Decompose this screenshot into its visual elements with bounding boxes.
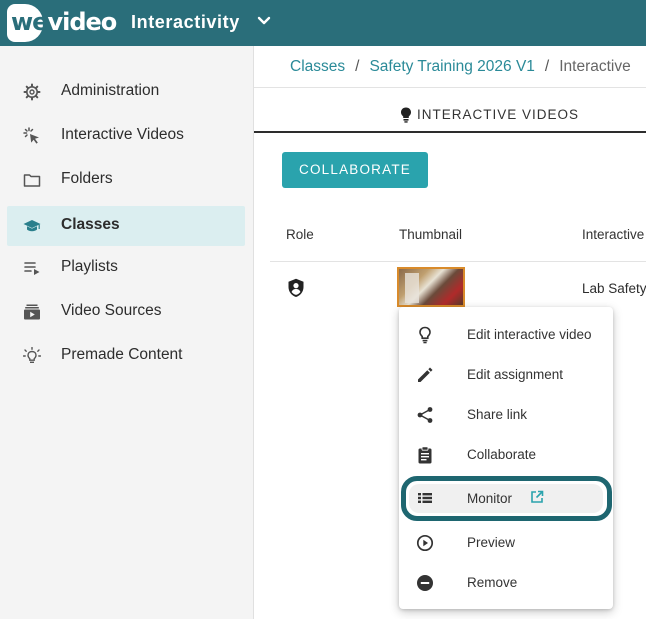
breadcrumb-separator: / [544,58,550,75]
menu-item-share-link[interactable]: Share link [399,395,613,435]
playlist-icon [24,262,40,275]
menu-item-label: Collaborate [467,447,537,462]
interactive-title-cell[interactable]: Lab Safety [582,281,646,296]
sidebar-item-label: Premade Content [61,346,183,363]
tab-interactive-videos[interactable]: INTERACTIVE VIDEOS [254,96,646,133]
tab-label: INTERACTIVE VIDEOS [417,107,580,122]
column-header-thumbnail[interactable]: Thumbnail [399,227,462,242]
lightbulb-icon [23,347,41,364]
sidebar-item-classes[interactable]: Classes [7,206,245,246]
sidebar-item-label: Folders [61,170,113,187]
gear-icon [23,83,41,101]
share-icon [417,407,433,423]
table-header-divider [270,261,646,262]
video-library-icon [24,304,40,320]
sidebar: Administration Interactive Videos Folder… [0,46,254,619]
top-bar: wevideo Interactivity [0,0,646,46]
logo-text-video: video [47,8,117,36]
menu-item-label: Edit interactive video [467,327,592,342]
breadcrumb-link-class[interactable]: Safety Training 2026 V1 [369,58,534,75]
sidebar-item-label: Classes [61,216,120,233]
lightbulb-icon [401,107,411,123]
thumbnail-image [405,273,419,303]
sidebar-item-folders[interactable]: Folders [7,160,245,200]
folder-icon [23,174,41,187]
video-thumbnail[interactable] [397,267,465,307]
app-title[interactable]: Interactivity [131,12,240,33]
menu-item-collaborate[interactable]: Collaborate [399,435,613,475]
clipboard-icon [418,446,432,464]
sidebar-item-label: Interactive Videos [61,126,184,143]
minus-circle-icon [417,575,433,591]
sidebar-item-label: Video Sources [61,302,162,319]
sidebar-item-interactive-videos[interactable]: Interactive Videos [7,116,245,156]
divider [254,87,646,88]
cursor-click-icon [23,127,39,144]
sidebar-item-playlists[interactable]: Playlists [7,248,245,288]
chevron-down-icon[interactable] [257,14,271,28]
menu-item-monitor[interactable]: Monitor [409,484,603,513]
sidebar-item-premade-content[interactable]: Premade Content [7,336,245,376]
logo-text-we: we [11,8,48,36]
play-circle-icon [416,534,434,552]
menu-item-edit-interactive-video[interactable]: Edit interactive video [399,315,613,355]
sidebar-item-label: Administration [61,82,160,99]
collaborate-button[interactable]: COLLABORATE [282,152,428,188]
graduation-cap-icon [23,220,41,232]
menu-item-edit-assignment[interactable]: Edit assignment [399,355,613,395]
breadcrumb: Classes / Safety Training 2026 V1 / Interact… [290,58,631,76]
column-header-role[interactable]: Role [286,227,314,242]
list-icon [418,493,432,503]
sidebar-item-administration[interactable]: Administration [7,72,245,112]
external-link-icon[interactable] [530,490,544,504]
menu-item-label: Monitor [467,491,513,506]
breadcrumb-separator: / [355,58,360,75]
menu-item-label: Share link [467,407,528,422]
sidebar-item-label: Playlists [61,258,118,275]
menu-item-label: Remove [467,575,518,590]
menu-item-preview[interactable]: Preview [399,523,613,563]
breadcrumb-current: Interactive [559,58,631,75]
sidebar-item-video-sources[interactable]: Video Sources [7,292,245,332]
lightbulb-icon [419,326,431,344]
column-header-interactive[interactable]: Interactive [582,227,644,242]
pencil-icon [418,367,433,382]
breadcrumb-link-classes[interactable]: Classes [290,58,345,75]
wevideo-logo[interactable]: wevideo [7,4,117,42]
shield-user-icon [288,278,304,297]
menu-item-label: Edit assignment [467,367,564,382]
menu-item-label: Preview [467,535,516,550]
tab-active-indicator [254,131,646,133]
menu-item-remove[interactable]: Remove [399,563,613,603]
